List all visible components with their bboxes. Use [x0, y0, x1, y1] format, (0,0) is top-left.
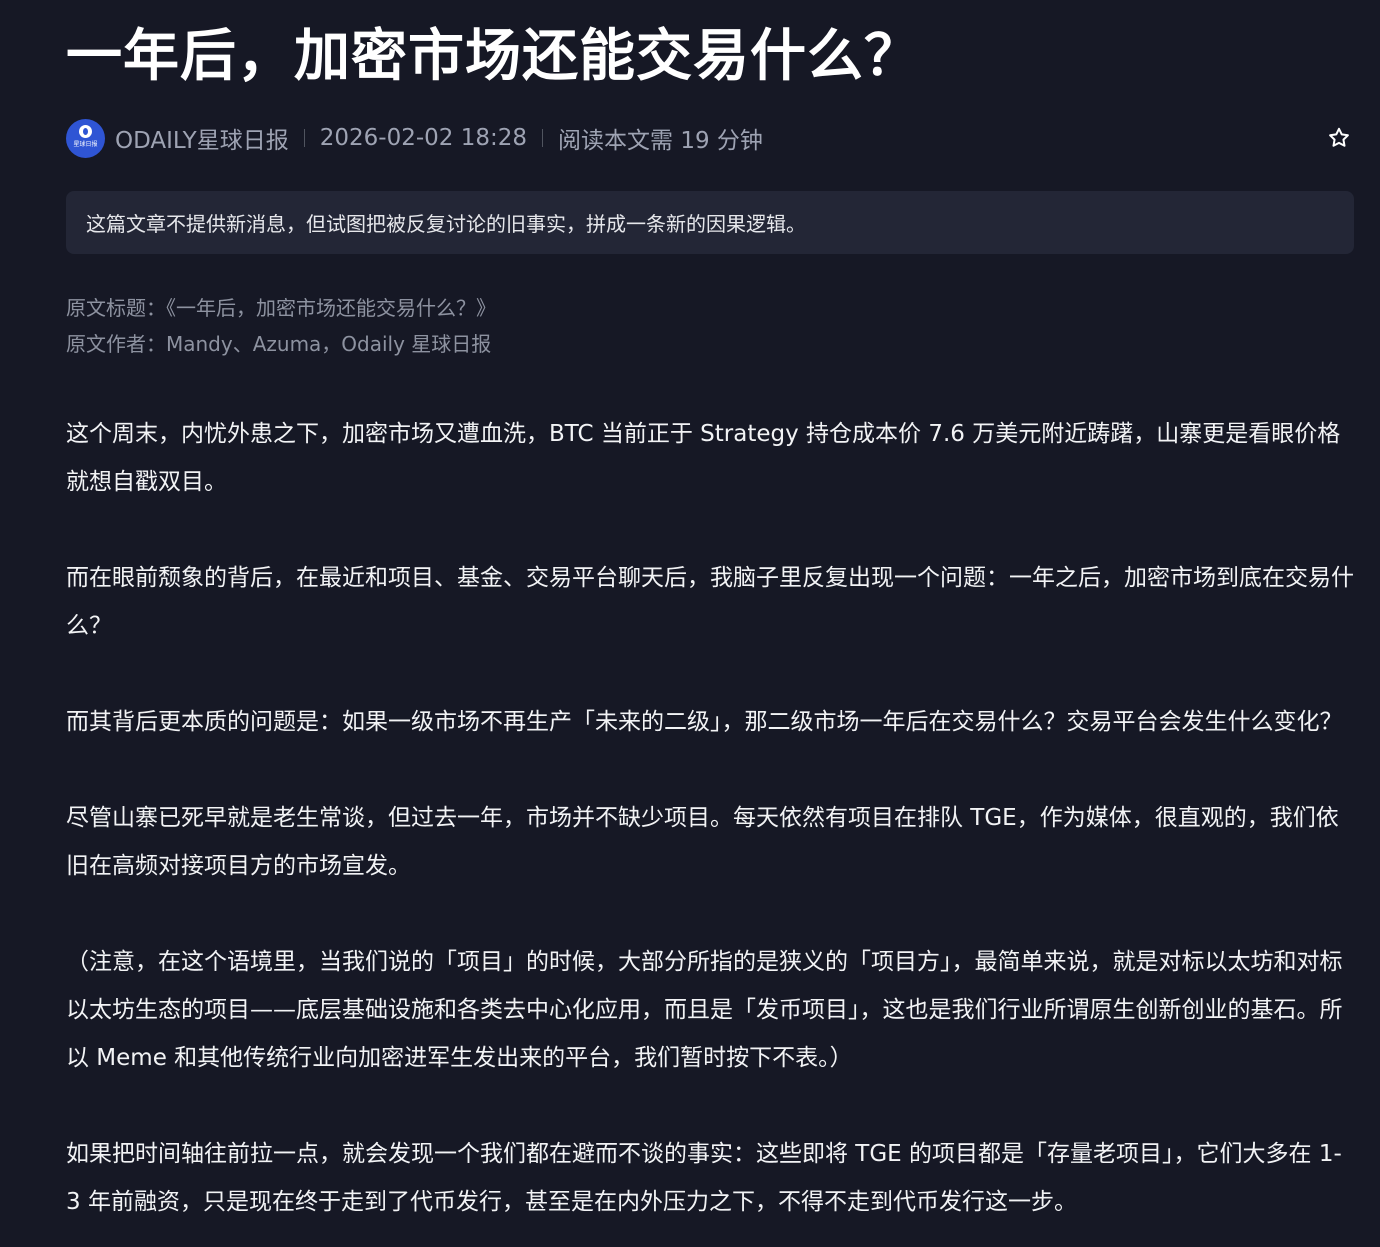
paragraph: 这个周末，内忧外患之下，加密市场又遭血洗，BTC 当前正于 Strategy 持…	[66, 421, 1341, 495]
paragraph: 如果把时间轴往前拉一点，就会发现一个我们都在避而不谈的事实：这些即将 TGE 的…	[66, 1141, 1342, 1215]
avatar-text: 星球日报	[73, 141, 98, 148]
article-meta: 星球日报 ODAILY星球日报 2026-02-02 18:28 阅读本文需 1…	[66, 118, 1354, 158]
article-body: 这个周末，内忧外患之下，加密市场又遭血洗，BTC 当前正于 Strategy 持…	[66, 410, 1354, 1247]
star-outline-icon	[1329, 127, 1349, 147]
read-time: 阅读本文需 19 分钟	[558, 128, 763, 154]
odaily-logo-icon[interactable]: 星球日报	[66, 118, 105, 158]
logo-mark	[79, 125, 92, 138]
article-summary: 这篇文章不提供新消息，但试图把被反复讨论的旧事实，拼成一条新的因果逻辑。	[66, 191, 1354, 254]
favorite-button[interactable]	[1324, 123, 1354, 153]
source-info: 原文标题：《一年后，加密市场还能交易什么？》 原文作者：Mandy、Azuma，…	[66, 290, 496, 362]
author-link[interactable]: ODAILY星球日报	[115, 121, 289, 155]
original-title: 原文标题：《一年后，加密市场还能交易什么？》	[66, 296, 496, 320]
paragraph: （注意，在这个语境里，当我们说的「项目」的时候，大部分所指的是狭义的「项目方」，…	[66, 949, 1343, 1071]
article-title: 一年后，加密市场还能交易什么？	[66, 24, 921, 89]
meta-divider	[303, 129, 305, 147]
original-author: 原文作者：Mandy、Azuma，Odaily 星球日报	[66, 332, 492, 356]
paragraph: 尽管山寨已死早就是老生常谈，但过去一年，市场并不缺少项目。每天依然有项目在排队 …	[66, 805, 1339, 879]
article: 一年后，加密市场还能交易什么？ 星球日报 ODAILY星球日报 2026-02-…	[66, 0, 1354, 1247]
paragraph: 而其背后更本质的问题是：如果一级市场不再生产「未来的二级」，那二级市场一年后在交…	[66, 709, 1343, 735]
meta-divider	[542, 129, 544, 147]
publish-date: 2026-02-02 18:28	[319, 125, 528, 151]
paragraph: 而在眼前颓象的背后，在最近和项目、基金、交易平台聊天后，我脑子里反复出现一个问题…	[66, 565, 1354, 639]
